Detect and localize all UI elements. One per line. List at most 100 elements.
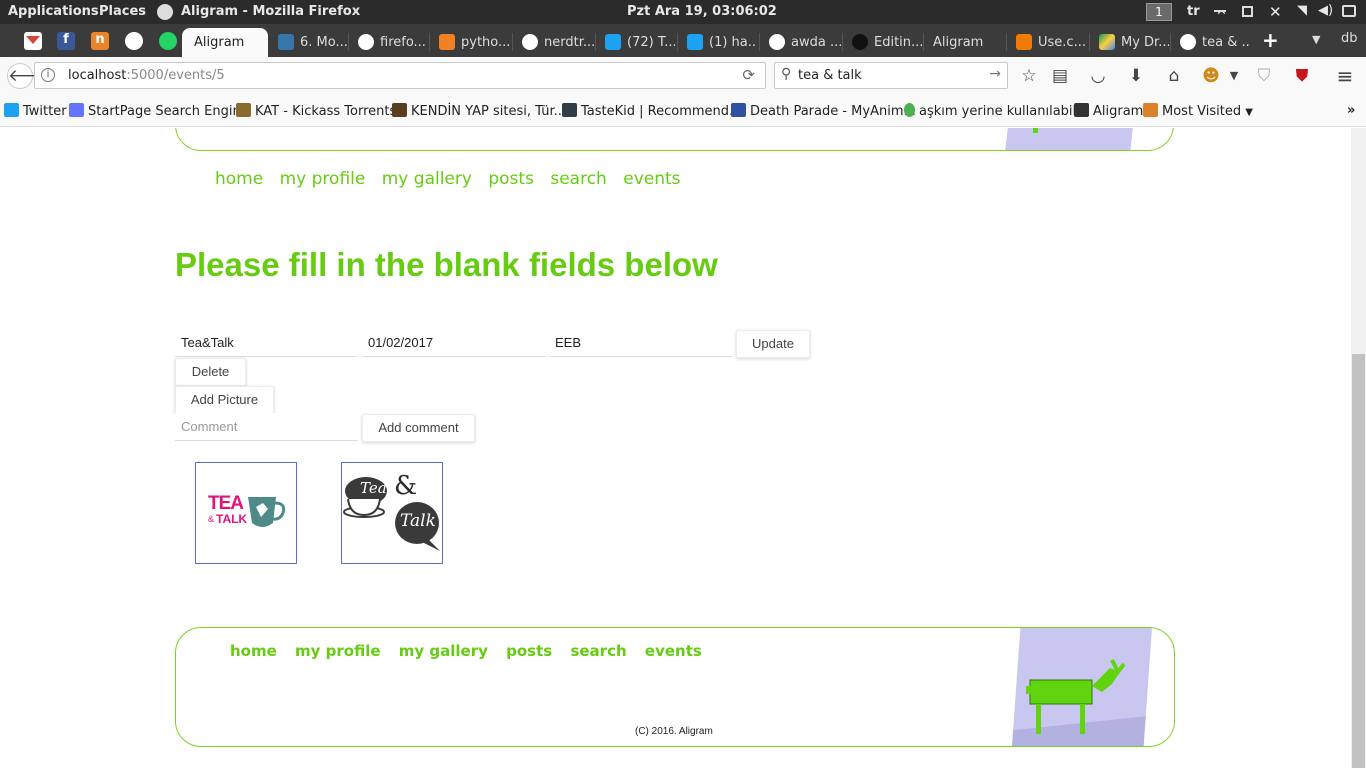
- footer-link-search[interactable]: search: [570, 642, 626, 660]
- home-icon[interactable]: ⌂: [1162, 64, 1186, 88]
- nav-link-home[interactable]: home: [215, 169, 263, 189]
- new-tab-icon[interactable]: +: [1262, 28, 1279, 52]
- add-comment-button[interactable]: Add comment: [362, 414, 475, 442]
- power-icon[interactable]: [1342, 5, 1356, 17]
- bookmark-label: aşkım yerine kullanılabil...: [919, 104, 1089, 119]
- footer-link-my-gallery[interactable]: my gallery: [399, 642, 488, 660]
- footer-link-events[interactable]: events: [645, 642, 702, 660]
- event-place-input[interactable]: [549, 329, 732, 357]
- search-go-icon[interactable]: →: [989, 66, 1001, 82]
- update-button[interactable]: Update: [736, 330, 810, 358]
- facebook-pinned-tab-icon[interactable]: f: [57, 32, 75, 50]
- bookmark-kendin-yap[interactable]: KENDİN YAP sitesi, Tür...: [392, 103, 566, 119]
- hamburger-menu-icon[interactable]: ≡: [1333, 64, 1357, 88]
- search-bar[interactable]: ⚲ tea & talk →: [774, 62, 1008, 89]
- tab-google-firefox[interactable]: firefo...: [350, 28, 428, 57]
- wifi-icon[interactable]: ◥: [1297, 3, 1307, 18]
- nav-link-my-profile[interactable]: my profile: [280, 169, 366, 189]
- gmail-pinned-tab-icon[interactable]: [24, 32, 42, 50]
- event-picture-2[interactable]: Tea & Talk: [341, 462, 443, 564]
- tab-google-awda[interactable]: awda ...: [761, 28, 841, 57]
- twitter-icon: [605, 34, 621, 50]
- n-pinned-tab-icon[interactable]: n: [91, 32, 109, 50]
- tab-separator: [1089, 33, 1090, 51]
- add-picture-button[interactable]: Add Picture: [175, 386, 274, 414]
- pocket-icon[interactable]: ◡: [1086, 64, 1110, 88]
- whatsapp-pinned-tab-icon[interactable]: [159, 32, 177, 50]
- ublock-icon[interactable]: ⛊: [1290, 64, 1314, 88]
- volume-icon[interactable]: ◀): [1318, 3, 1333, 18]
- tab-label: tea & ...: [1202, 35, 1250, 50]
- tab-aligram-active[interactable]: Aligram: [182, 28, 268, 57]
- shield-icon[interactable]: ⛉: [1252, 64, 1276, 88]
- scrollbar-thumb[interactable]: [1352, 354, 1365, 768]
- search-text: tea & talk: [798, 68, 862, 83]
- nav-link-posts[interactable]: posts: [488, 169, 534, 189]
- profile-label[interactable]: db: [1341, 31, 1358, 46]
- tab-label: Editin...: [874, 35, 922, 50]
- tab-aligram-2[interactable]: Aligram: [925, 28, 1005, 57]
- bookmark-kat[interactable]: KAT - Kickass Torrents: [236, 103, 396, 119]
- bookmark-most-visited[interactable]: Most Visited ▼: [1143, 103, 1253, 119]
- myanimelist-icon: [731, 103, 746, 117]
- teacup-icon: [248, 497, 286, 527]
- bookmark-label: Aligram: [1093, 104, 1144, 119]
- clock[interactable]: Pzt Ara 19, 03:06:02: [627, 4, 777, 19]
- tab-python-docs[interactable]: 6. Mo...: [270, 28, 348, 57]
- comment-input[interactable]: [175, 413, 358, 441]
- footer-link-posts[interactable]: posts: [506, 642, 552, 660]
- bookmark-twitter[interactable]: Twitter: [4, 103, 67, 119]
- bookmark-aligram[interactable]: Aligram: [1074, 103, 1143, 119]
- github-icon: [852, 34, 868, 50]
- reading-list-icon[interactable]: ▤: [1048, 64, 1072, 88]
- bookmark-startpage[interactable]: StartPage Search Engine: [69, 103, 249, 119]
- event-date-input[interactable]: [362, 329, 546, 357]
- tab-twitter-72[interactable]: (72) T...: [597, 28, 675, 57]
- greasemonkey-icon[interactable]: ☻: [1199, 64, 1223, 88]
- tab-list-chevron-icon[interactable]: ▼: [1312, 33, 1320, 46]
- keyboard-layout[interactable]: tr: [1187, 4, 1200, 19]
- workspace-indicator[interactable]: 1: [1146, 3, 1172, 21]
- url-bar[interactable]: i localhost:5000/events/5 ⟳: [34, 62, 766, 89]
- event-picture-1[interactable]: TEA & TALK: [195, 462, 297, 564]
- bookmark-tastekid[interactable]: TasteKid | Recommend...: [562, 103, 741, 119]
- extension-dropdown-icon[interactable]: ▼: [1222, 64, 1246, 88]
- tab-label: Aligram: [933, 35, 984, 50]
- tab-twitter-1[interactable]: (1) ha...: [679, 28, 757, 57]
- tab-google-tea[interactable]: tea & ...: [1172, 28, 1250, 57]
- tab-google-nerdtree[interactable]: nerdtr...: [514, 28, 594, 57]
- udemy-icon: [1016, 34, 1032, 50]
- nav-link-search[interactable]: search: [550, 169, 606, 189]
- info-icon[interactable]: i: [41, 68, 55, 82]
- tab-google-drive[interactable]: My Dr...: [1091, 28, 1169, 57]
- minimize-button[interactable]: [1214, 2, 1226, 12]
- places-menu[interactable]: Places: [99, 4, 146, 19]
- tab-use-c[interactable]: Use.c...: [1008, 28, 1088, 57]
- maximize-icon[interactable]: [1242, 6, 1253, 17]
- window-title: Aligram - Mozilla Firefox: [181, 4, 361, 19]
- tab-separator: [1006, 33, 1007, 51]
- bookmark-myanimelist[interactable]: Death Parade - MyAnim...: [731, 103, 916, 119]
- reddit-pinned-tab-icon[interactable]: [125, 32, 143, 50]
- footer-link-home[interactable]: home: [230, 642, 277, 660]
- reload-icon[interactable]: ⟳: [742, 66, 755, 84]
- tab-separator: [1170, 33, 1171, 51]
- bookmarks-overflow-icon[interactable]: »: [1347, 103, 1355, 118]
- delete-button[interactable]: Delete: [175, 358, 246, 386]
- footer-link-my-profile[interactable]: my profile: [295, 642, 381, 660]
- downloads-icon[interactable]: ⬇: [1124, 64, 1148, 88]
- page-scrollbar[interactable]: [1351, 128, 1366, 768]
- bookmark-star-icon[interactable]: ☆: [1017, 64, 1041, 88]
- bookmark-askim[interactable]: aşkım yerine kullanılabil...: [904, 103, 1089, 119]
- back-button[interactable]: 🡐: [7, 63, 54, 89]
- close-icon[interactable]: ✕: [1269, 3, 1282, 21]
- nav-link-my-gallery[interactable]: my gallery: [382, 169, 472, 189]
- bookmark-label: TasteKid | Recommend...: [581, 104, 742, 119]
- event-name-input[interactable]: [175, 329, 357, 357]
- nav-link-events[interactable]: events: [623, 169, 680, 189]
- applications-menu[interactable]: Applications: [8, 4, 99, 19]
- tab-github-editing[interactable]: Editin...: [844, 28, 922, 57]
- tab-label: (72) T...: [627, 35, 675, 50]
- tab-stackoverflow[interactable]: pytho...: [431, 28, 511, 57]
- donkey-icon: [1026, 659, 1126, 734]
